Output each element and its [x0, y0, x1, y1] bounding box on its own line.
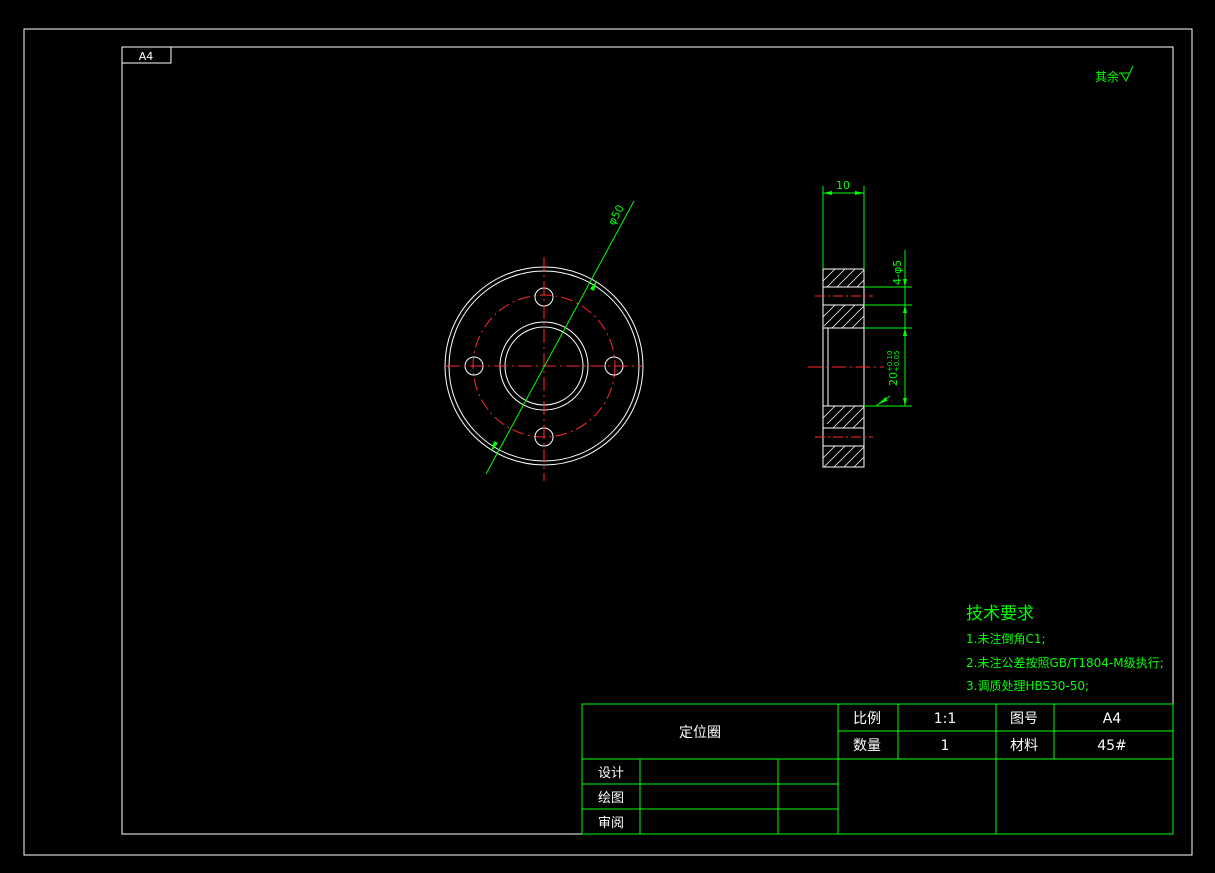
tech-req-title: 技术要求 [966, 604, 1034, 624]
tech-req-item-3: 3.调质处理HBS30-50; [966, 679, 1089, 693]
side-view: 10 4-φ5 20 +0.10 +0.05 [808, 179, 912, 468]
qty-label: 数量 [853, 738, 881, 754]
roughness-text: 其余 [1095, 69, 1119, 84]
bore-label: 20 [887, 372, 900, 386]
thickness-label: 10 [836, 179, 850, 192]
material-label: 材料 [1010, 738, 1038, 754]
hatch-top [822, 268, 865, 329]
part-name: 定位圈 [679, 725, 721, 741]
bore-arrow-top [903, 328, 907, 336]
bore-arrow-bottom [903, 398, 907, 406]
role-reviewer: 审阅 [598, 816, 624, 831]
size-tag-text: A4 [139, 50, 154, 63]
tech-req-item-1: 1.未注倒角C1; [966, 631, 1046, 646]
drawing-no-label: 图号 [1010, 711, 1038, 727]
role-designer: 设计 [598, 766, 624, 781]
thickness-arrow-left [823, 191, 832, 195]
scale-label: 比例 [853, 711, 881, 727]
tech-req-item-2: 2.未注公差按照GB/T1804-M级执行; [966, 655, 1164, 670]
dim-arrow-top [590, 280, 597, 291]
thickness-arrow-right [855, 191, 864, 195]
material-value: 45# [1097, 738, 1127, 754]
drawing-no-value: A4 [1103, 711, 1122, 727]
bore-tol-lower: +0.05 [893, 351, 901, 372]
tech-requirements: 技术要求 1.未注倒角C1; 2.未注公差按照GB/T1804-M级执行; 3.… [966, 604, 1164, 693]
scale-value: 1:1 [934, 711, 957, 727]
bore-leader-arrow [878, 397, 887, 404]
holes-label: 4-φ5 [891, 260, 904, 285]
roughness-symbol-icon [1119, 65, 1134, 83]
role-drafter: 绘图 [598, 791, 624, 806]
diameter-label: φ50 [605, 203, 627, 228]
holes-arrow-bottom [903, 305, 907, 313]
dim-arrow-bottom [491, 441, 498, 452]
front-view: φ50 [444, 200, 644, 481]
size-tag-box: A4 [121, 46, 172, 64]
roughness-note: 其余 [1095, 65, 1134, 84]
qty-value: 1 [941, 738, 950, 754]
drawing-sheet: A4 其余 φ50 10 4-φ5 20 +0.10 +0.05 技术要求 1.… [23, 28, 1193, 856]
